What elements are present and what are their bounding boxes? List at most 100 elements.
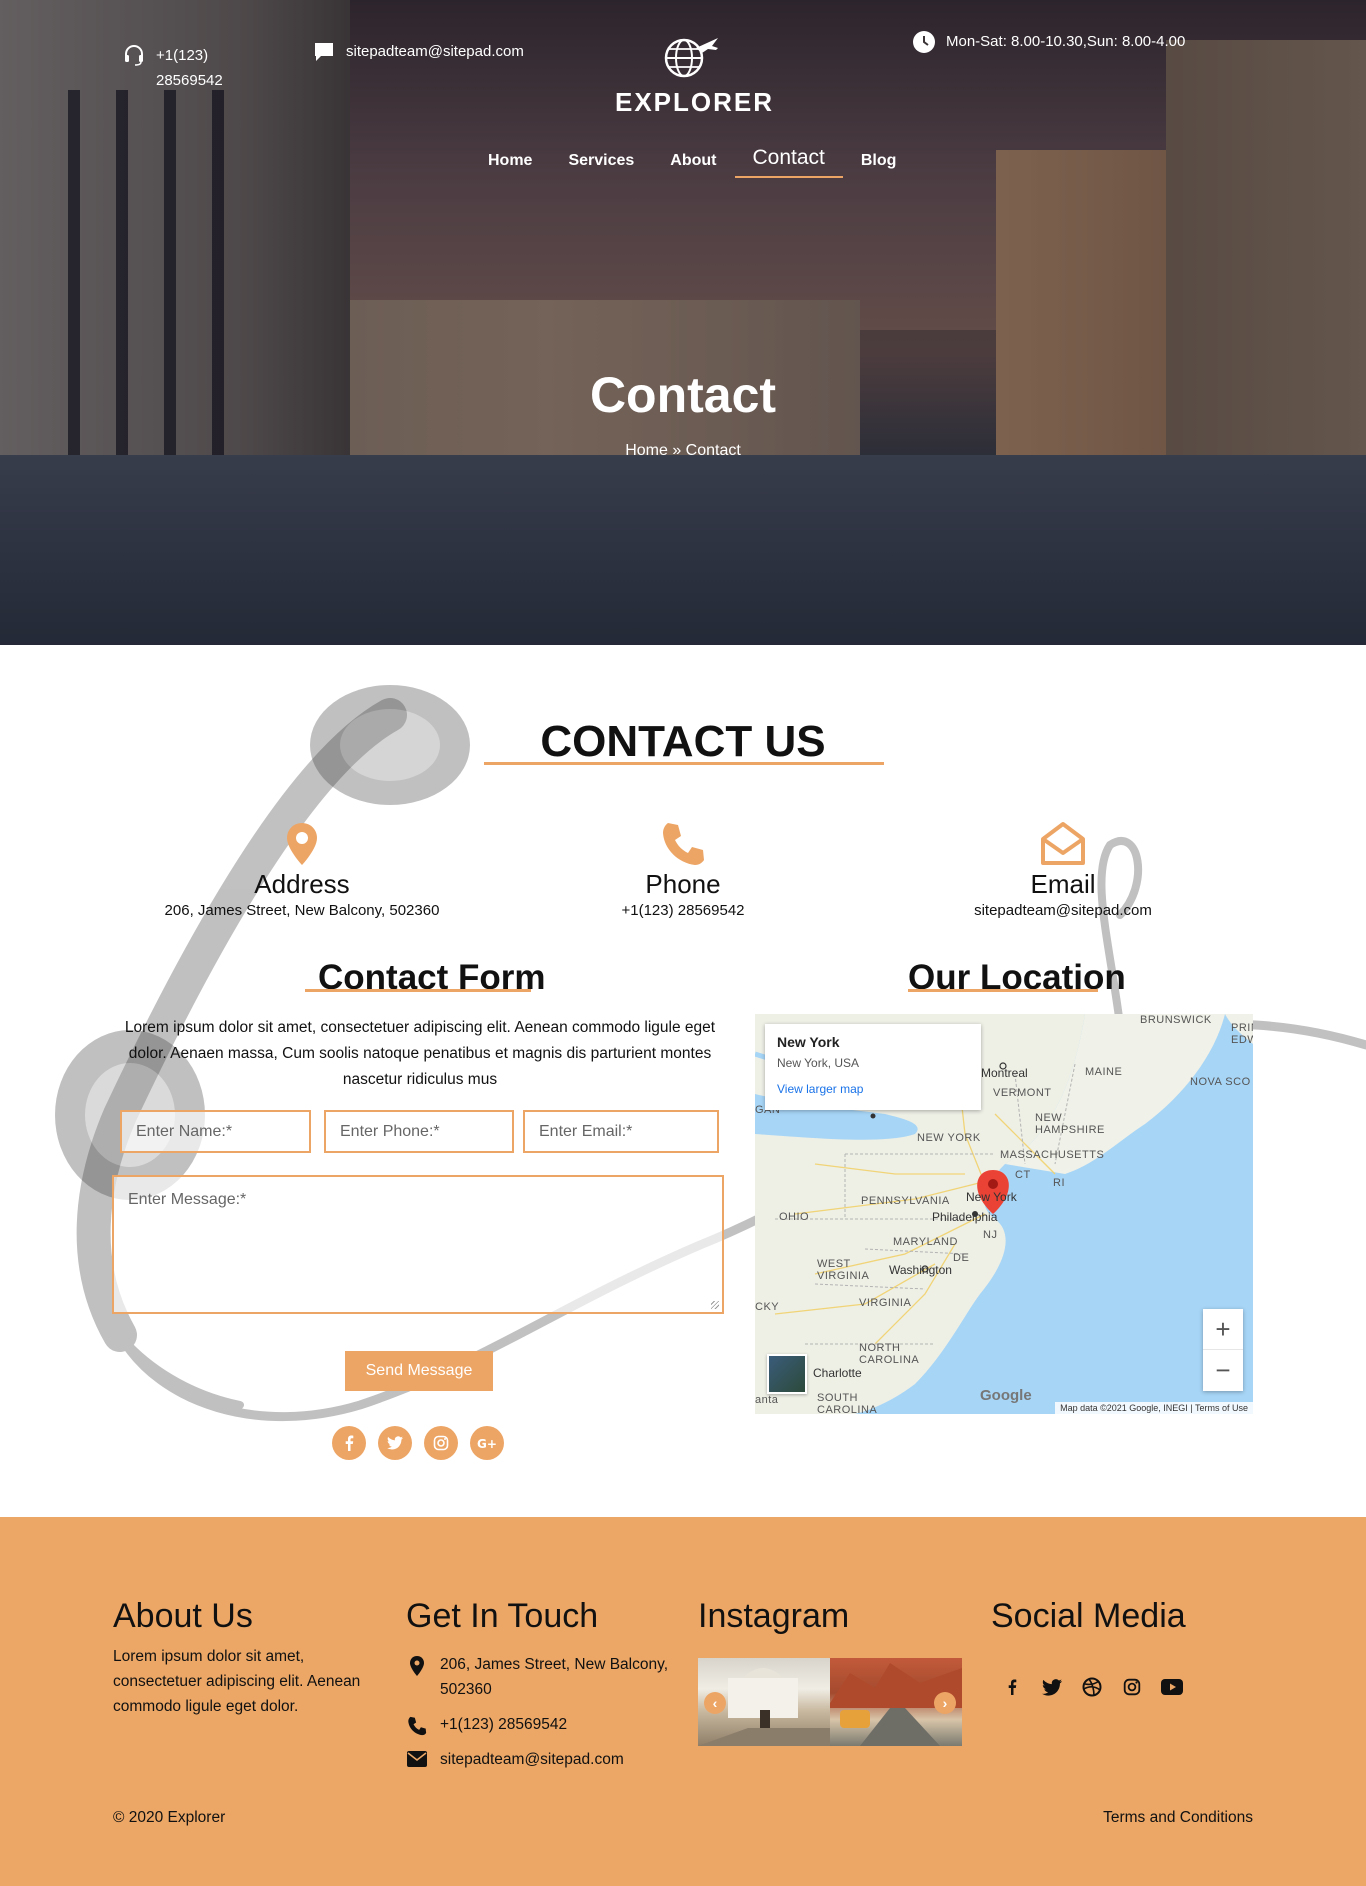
hero-banner: +1(123) 28569542 sitepadteam@sitepad.com… [0,0,1366,645]
map-label-new-york-city: New York [966,1190,1017,1204]
topbar-hours: Mon-Sat: 8.00-10.30,Sun: 8.00-4.00 [912,30,1185,54]
map-label-charlotte: Charlotte [813,1366,862,1380]
phone-icon [503,817,863,867]
map-label-new-york-state: NEW YORK [917,1132,981,1144]
map-zoom-controls: + − [1203,1309,1243,1391]
email-value[interactable]: sitepadteam@sitepad.com [883,902,1243,919]
nav-about[interactable]: About [652,148,734,178]
headset-icon [122,43,146,67]
zoom-out-button[interactable]: − [1203,1350,1243,1391]
address-label: Address [254,869,350,899]
twitter-icon[interactable] [378,1426,412,1460]
footer-email-text[interactable]: sitepadteam@sitepad.com [440,1747,624,1772]
map-label-virginia: VIRGINIA [859,1297,912,1309]
map-label-south-carolina: SOUTH CAROLINA [817,1392,878,1414]
location-map[interactable]: Montreal MAINE VERMONT NEW HAMPSHIRE NOV… [755,1014,1253,1414]
google-logo: Google [980,1387,1032,1404]
address-info: Address 206, James Street, New Balcony, … [122,817,482,919]
carousel-next-button[interactable]: › [934,1692,956,1714]
map-label-pennsylvania: PENNSYLVANIA [861,1195,950,1207]
address-value: 206, James Street, New Balcony, 502360 [164,902,440,919]
nav-blog[interactable]: Blog [843,148,915,178]
svg-text:G+: G+ [477,1437,497,1450]
footer-instagram: Instagram ‹ › [698,1597,962,1746]
map-pin-icon [122,817,482,867]
chat-bubble-icon [312,40,336,64]
map-label-brunswick: BRUNSWICK [1140,1014,1212,1026]
carousel-prev-button[interactable]: ‹ [704,1692,726,1714]
zoom-in-button[interactable]: + [1203,1309,1243,1350]
email-info: Email sitepadteam@sitepad.com [883,817,1243,919]
name-input[interactable]: Enter Name:* [120,1110,311,1153]
footer-touch-heading: Get In Touch [406,1597,599,1635]
map-label-cky: CKY [755,1301,780,1313]
form-social-links: G+ [332,1426,504,1460]
footer-social-media: Social Media [991,1597,1261,1698]
phone-icon [406,1712,428,1736]
send-message-button[interactable]: Send Message [345,1351,493,1391]
map-label-nj: NJ [983,1229,998,1241]
topbar-email-text: sitepadteam@sitepad.com [346,43,524,60]
contact-form-heading: Contact Form [318,958,546,997]
facebook-icon[interactable] [332,1426,366,1460]
footer-about: About Us Lorem ipsum dolor sit amet, con… [113,1597,373,1719]
email-label: Email [1030,869,1096,899]
footer-social-heading: Social Media [991,1597,1186,1635]
map-card-title: New York [777,1034,840,1050]
youtube-icon[interactable] [1161,1676,1183,1698]
topbar-email[interactable]: sitepadteam@sitepad.com [312,40,524,64]
phone-value: +1(123) 28569542 [621,902,745,919]
footer-address: 206, James Street, New Balcony, 502360 [406,1652,676,1702]
map-label-ohio: OHIO [779,1211,810,1223]
map-label-de: DE [953,1252,970,1264]
nav-services[interactable]: Services [550,148,652,178]
copyright: © 2020 Explorer [113,1809,226,1826]
map-attribution[interactable]: Map data ©2021 Google, INEGI | Terms of … [1055,1402,1253,1414]
topbar-phone-text: +1(123) 28569542 [156,47,223,89]
satellite-toggle[interactable] [767,1354,807,1394]
map-label-new-hampshire: NEW HAMPSHIRE [1035,1112,1105,1136]
terms-link[interactable]: Terms and Conditions [1103,1809,1253,1827]
resize-handle[interactable] [711,1301,719,1309]
map-label-prince-edward: PRIN EDW [1231,1022,1253,1046]
phone-input[interactable]: Enter Phone:* [324,1110,514,1153]
email-input[interactable]: Enter Email:* [523,1110,719,1153]
nav-contact[interactable]: Contact [734,142,843,178]
our-location-heading: Our Location [908,958,1126,997]
facebook-icon[interactable] [1001,1676,1023,1698]
our-location-underline [908,989,1098,992]
heading-underline [484,762,884,765]
map-label-ri: RI [1053,1177,1065,1189]
google-plus-icon[interactable]: G+ [470,1426,504,1460]
map-label-ct: CT [1015,1169,1031,1181]
map-label-maine: MAINE [1085,1066,1123,1078]
topbar-hours-text: Mon-Sat: 8.00-10.30,Sun: 8.00-4.00 [946,33,1186,50]
message-textarea[interactable]: Enter Message:* [112,1175,724,1314]
phone-info: Phone +1(123) 28569542 [503,817,863,919]
site-logo[interactable]: EXPLORER [615,34,775,118]
footer-phone-text[interactable]: +1(123) 28569542 [440,1712,567,1737]
twitter-icon[interactable] [1041,1676,1063,1698]
contact-form-description: Lorem ipsum dolor sit amet, consectetuer… [124,1019,716,1088]
phone-label: Phone [645,869,721,899]
contact-us-heading: CONTACT US [540,717,826,766]
dribbble-icon[interactable] [1081,1676,1103,1698]
map-info-card: New York New York, USA View larger map [765,1024,981,1110]
footer-get-in-touch: Get In Touch 206, James Street, New Balc… [406,1597,676,1772]
map-label-maryland: MARYLAND [893,1236,958,1248]
map-label-nova-scotia: NOVA SCO [1190,1076,1251,1088]
footer-social-links [991,1676,1261,1698]
footer-phone: +1(123) 28569542 [406,1712,676,1737]
map-label-anta: anta [755,1394,779,1406]
footer-email: sitepadteam@sitepad.com [406,1747,676,1772]
instagram-icon[interactable] [1121,1676,1143,1698]
nav-home[interactable]: Home [470,148,550,178]
contact-section: CONTACT US Address 206, James Street, Ne… [0,645,1366,1517]
contact-form-underline [305,989,531,992]
footer-about-heading: About Us [113,1597,253,1635]
map-label-vermont: VERMONT [993,1087,1052,1099]
view-larger-map-link[interactable]: View larger map [777,1082,969,1096]
footer-address-text: 206, James Street, New Balcony, 502360 [440,1656,669,1698]
instagram-icon[interactable] [424,1426,458,1460]
logo-text: EXPLORER [615,87,775,117]
